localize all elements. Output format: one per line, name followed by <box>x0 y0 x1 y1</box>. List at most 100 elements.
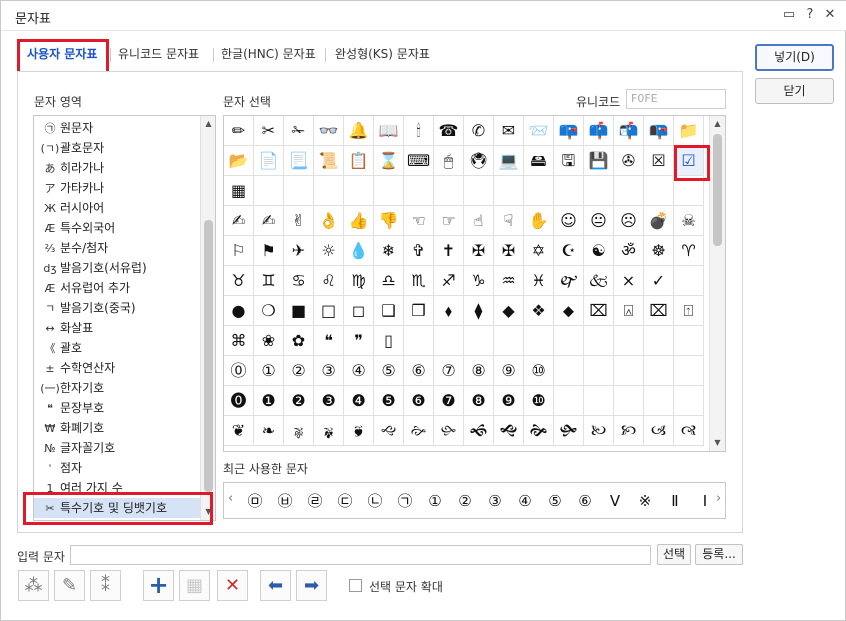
char-cell[interactable]: 🙙 <box>374 416 404 446</box>
char-cell[interactable]: ☠ <box>674 206 704 236</box>
category-item[interactable]: 1 여러 가지 수 <box>34 478 200 498</box>
char-cell[interactable]: 🙠 <box>584 416 614 446</box>
char-cell[interactable]: ⬧ <box>434 296 464 326</box>
char-cell[interactable]: ✋ <box>524 206 554 236</box>
char-cell[interactable]: ⌧ <box>584 296 614 326</box>
char-cell[interactable] <box>314 176 344 206</box>
char-cell[interactable]: ♐ <box>434 266 464 296</box>
category-scrollbar[interactable]: ▲ ▼ <box>200 116 215 520</box>
char-cell[interactable]: 📂 <box>224 146 254 176</box>
char-cell[interactable]: 🙣 <box>674 416 704 446</box>
char-cell[interactable]: ② <box>284 356 314 386</box>
char-cell[interactable]: ✡ <box>524 236 554 266</box>
help-icon[interactable]: ? <box>802 7 818 23</box>
char-cell[interactable] <box>344 176 374 206</box>
char-cell[interactable]: ❦ <box>224 416 254 446</box>
char-cell[interactable]: ♌ <box>314 266 344 296</box>
char-cell[interactable]: ◆ <box>494 296 524 326</box>
char-cell[interactable]: ☪ <box>554 236 584 266</box>
char-cell[interactable]: ❀ <box>254 326 284 356</box>
recent-char[interactable]: ㉥ <box>270 488 300 514</box>
recent-char[interactable]: ① <box>420 488 450 514</box>
plus-icon[interactable]: + <box>143 570 174 601</box>
char-cell[interactable] <box>584 386 614 416</box>
category-item[interactable]: ⅔ 분수/첨자 <box>34 238 200 258</box>
char-cell[interactable]: ❝ <box>314 326 344 356</box>
char-cell[interactable]: ☒ <box>644 146 674 176</box>
char-cell[interactable]: ❄ <box>374 236 404 266</box>
char-cell[interactable]: ✍ <box>224 206 254 236</box>
char-cell[interactable] <box>524 176 554 206</box>
scroll-down-icon[interactable]: ▼ <box>710 435 725 451</box>
category-item[interactable]: あ 히라가나 <box>34 158 200 178</box>
char-cell[interactable]: 🙖 <box>284 416 314 446</box>
arrow-right-icon[interactable]: ➡ <box>296 570 327 601</box>
category-item[interactable]: Æ 특수외국어 <box>34 218 200 238</box>
category-item[interactable]: № 글자꼴기호 <box>34 438 200 458</box>
char-cell[interactable]: ♒ <box>494 266 524 296</box>
char-cell[interactable]: ⌨ <box>404 146 434 176</box>
tab-hnc[interactable]: 한글(HNC) 문자표 <box>221 41 316 69</box>
char-cell[interactable]: ❻ <box>404 386 434 416</box>
char-cell[interactable]: 📁 <box>674 116 704 146</box>
char-cell[interactable] <box>404 176 434 206</box>
char-cell[interactable] <box>554 326 584 356</box>
char-cell[interactable]: ✌ <box>284 206 314 236</box>
char-cell[interactable]: 💾 <box>584 146 614 176</box>
char-cell[interactable]: ❒ <box>404 296 434 326</box>
char-cell[interactable]: 🙗 <box>314 416 344 446</box>
char-cell[interactable]: ♓ <box>524 266 554 296</box>
char-cell[interactable]: 👍 <box>344 206 374 236</box>
char-cell[interactable] <box>614 176 644 206</box>
char-cell[interactable]: ♉ <box>224 266 254 296</box>
category-item[interactable]: ₩ 화폐기호 <box>34 418 200 438</box>
category-item[interactable]: (ㄱ)괄호문자 <box>34 138 200 158</box>
char-cell[interactable]: ⑥ <box>404 356 434 386</box>
char-cell[interactable]: 🙢 <box>644 416 674 446</box>
char-cell[interactable]: 📭 <box>644 116 674 146</box>
tab-user-chars[interactable]: 사용자 문자표 <box>27 41 97 69</box>
char-cell[interactable] <box>554 386 584 416</box>
char-cell[interactable]: × <box>614 266 644 296</box>
char-cell[interactable]: ☟ <box>494 206 524 236</box>
char-cell[interactable]: 💧 <box>344 236 374 266</box>
char-cell[interactable] <box>494 326 524 356</box>
char-cell[interactable]: 🖱 <box>434 146 464 176</box>
char-cell[interactable]: ☝ <box>464 206 494 236</box>
chevron-left-icon[interactable]: ‹ <box>228 491 233 506</box>
char-cell[interactable] <box>584 356 614 386</box>
char-cell[interactable]: 😐 <box>584 206 614 236</box>
char-cell[interactable] <box>674 356 704 386</box>
char-cell[interactable] <box>644 326 674 356</box>
tab-unicode[interactable]: 유니코드 문자표 <box>118 41 199 69</box>
char-cell[interactable]: 👎 <box>374 206 404 236</box>
register-button[interactable]: 등록... <box>695 544 743 565</box>
edit-user-chars-icon[interactable]: ✎ <box>54 570 85 601</box>
char-cell[interactable]: 📋 <box>344 146 374 176</box>
char-cell[interactable]: 📃 <box>284 146 314 176</box>
char-cell[interactable] <box>644 386 674 416</box>
tab-ks[interactable]: 완성형(KS) 문자표 <box>335 41 430 69</box>
recent-char[interactable]: Ⅴ <box>600 488 630 514</box>
char-cell[interactable]: ☼ <box>314 236 344 266</box>
char-cell[interactable]: ① <box>254 356 284 386</box>
char-cell[interactable]: ❸ <box>314 386 344 416</box>
char-cell[interactable]: ✁ <box>284 116 314 146</box>
char-cell[interactable]: ⌛ <box>374 146 404 176</box>
char-cell[interactable] <box>614 356 644 386</box>
category-item[interactable]: ㄱ 발음기호(중국) <box>34 298 200 318</box>
char-cell[interactable]: ✞ <box>404 236 434 266</box>
recent-char[interactable]: ㉡ <box>360 488 390 514</box>
char-cell[interactable] <box>524 326 554 356</box>
char-cell[interactable]: □ <box>314 296 344 326</box>
close-button[interactable]: 닫기 <box>755 78 834 104</box>
char-cell[interactable]: 👓 <box>314 116 344 146</box>
recent-char[interactable]: ㉣ <box>300 488 330 514</box>
char-cell[interactable] <box>494 176 524 206</box>
char-cell[interactable]: ▯ <box>374 326 404 356</box>
delete-user-chars-icon[interactable]: ⁑ <box>90 570 121 601</box>
char-cell[interactable]: ◻ <box>344 296 374 326</box>
char-cell[interactable]: ③ <box>314 356 344 386</box>
insert-button[interactable]: 넣기(D) <box>755 44 834 71</box>
char-cell[interactable]: ♍ <box>344 266 374 296</box>
